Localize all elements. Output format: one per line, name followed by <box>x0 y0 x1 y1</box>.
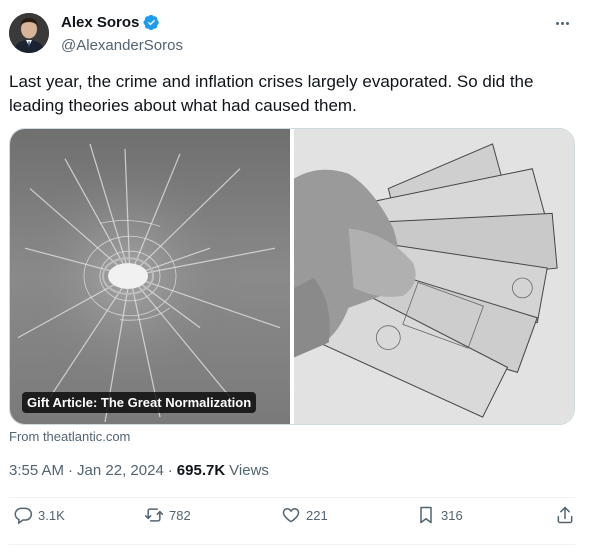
shattered-glass-image[interactable]: Gift Article: The Great Normalization <box>10 129 290 424</box>
heart-icon <box>281 505 301 525</box>
like-button[interactable]: 221 <box>281 505 328 525</box>
reply-count: 3.1K <box>38 507 65 523</box>
author-name-row: Alex Soros <box>61 14 160 31</box>
bookmark-button[interactable]: 316 <box>416 505 463 525</box>
share-icon <box>555 505 575 525</box>
verified-badge-icon[interactable] <box>143 14 160 31</box>
avatar-image <box>9 13 49 53</box>
reply-button[interactable]: 3.1K <box>13 505 65 525</box>
tweet-meta: 3:55 AM · Jan 22, 2024 · 695.7K Views <box>9 462 269 479</box>
tweet-time[interactable]: 3:55 AM <box>9 462 64 479</box>
share-button[interactable] <box>555 505 575 525</box>
bookmark-icon <box>416 505 436 525</box>
link-card[interactable]: Gift Article: The Great Normalization <box>9 128 575 425</box>
author-handle[interactable]: @AlexanderSoros <box>61 37 183 54</box>
action-bar: 3.1K 782 221 316 <box>9 505 575 537</box>
repost-icon <box>144 505 164 525</box>
avatar[interactable] <box>9 13 49 53</box>
link-source[interactable]: From theatlantic.com <box>9 429 130 444</box>
bookmark-count: 316 <box>441 507 463 523</box>
repost-button[interactable]: 782 <box>144 505 191 525</box>
tweet-text: Last year, the crime and inflation crise… <box>9 72 534 115</box>
divider-top <box>9 497 575 498</box>
tweet: Alex Soros @AlexanderSoros Last year, th… <box>0 0 589 548</box>
views-count: 695.7K <box>176 462 226 479</box>
dollar-bills-image[interactable] <box>294 129 574 424</box>
article-title-label[interactable]: Gift Article: The Great Normalization <box>22 392 257 413</box>
meta-separator: · <box>167 462 173 479</box>
author-display-name[interactable]: Alex Soros <box>61 14 139 31</box>
like-count: 221 <box>306 507 328 523</box>
divider-bottom <box>9 544 575 545</box>
reply-icon <box>13 505 33 525</box>
meta-separator: · <box>68 462 74 479</box>
tweet-date[interactable]: Jan 22, 2024 <box>77 462 164 479</box>
repost-count: 782 <box>169 507 191 523</box>
views-label: Views <box>229 462 269 479</box>
more-options-icon[interactable] <box>551 14 573 32</box>
